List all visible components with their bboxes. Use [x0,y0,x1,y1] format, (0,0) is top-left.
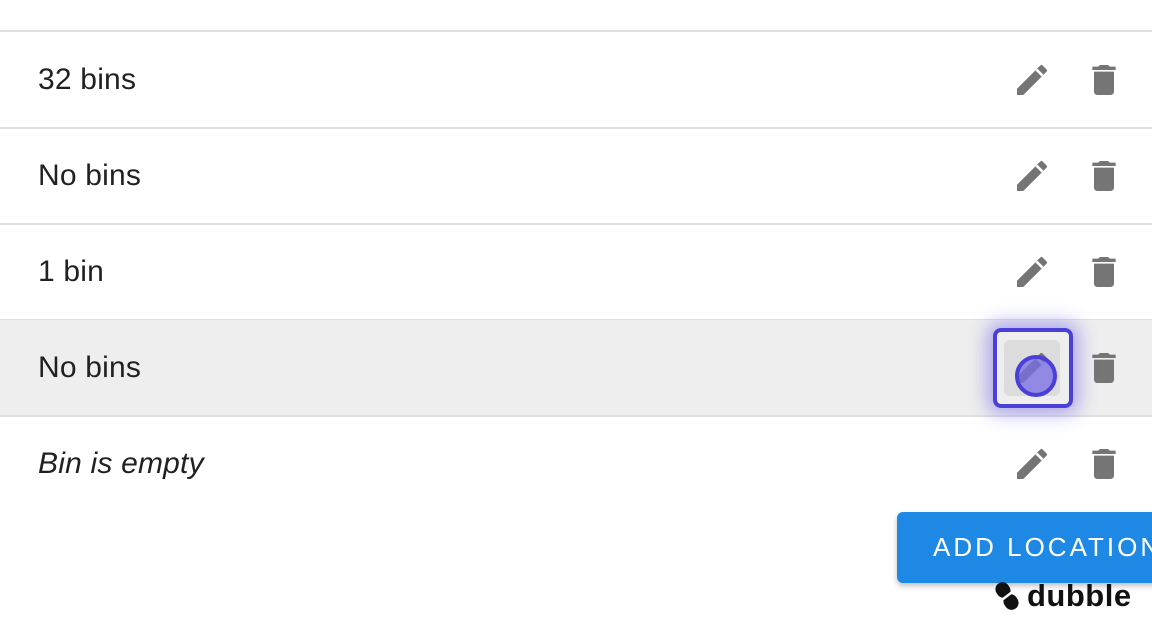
edit-button[interactable] [1004,148,1060,204]
delete-button[interactable] [1076,52,1132,108]
edit-button[interactable] [1004,436,1060,492]
location-label: Bin is empty [38,446,204,480]
trash-icon [1092,352,1116,383]
edit-button[interactable] [1004,244,1060,300]
location-label: 32 bins [38,62,137,96]
edit-button[interactable] [1004,0,1060,11]
location-label: No bins [38,350,142,384]
pencil-icon [1017,64,1048,95]
delete-button[interactable] [1076,0,1132,11]
pencil-icon [1012,0,1052,3]
pencil-icon [1017,256,1048,287]
delete-button[interactable] [1076,340,1132,396]
pencil-icon [1017,352,1048,383]
trash-icon [1084,0,1124,3]
delete-button[interactable] [1076,244,1132,300]
list-item [0,0,1152,32]
edit-button[interactable] [1004,52,1060,108]
pencil-icon [1017,160,1048,191]
dubble-logo-icon [995,582,1019,610]
list-item[interactable]: Bin is empty [0,416,1152,511]
trash-icon [1092,256,1116,287]
list-item[interactable]: No bins [0,128,1152,225]
brand-watermark: dubble [993,576,1132,616]
brand-name: dubble [1027,578,1132,613]
pencil-icon [1017,448,1048,479]
add-location-button[interactable]: ADD LOCATION [897,512,1152,583]
edit-button[interactable] [1004,339,1060,396]
trash-icon [1092,448,1116,479]
list-item[interactable]: 32 bins [0,32,1152,129]
list-item-selected[interactable]: No bins [0,320,1152,417]
list-item[interactable]: 1 bin [0,224,1152,321]
delete-button[interactable] [1076,148,1132,204]
trash-icon [1092,160,1116,191]
delete-button[interactable] [1076,436,1132,492]
location-label: 1 bin [38,254,105,288]
location-label: No bins [38,158,142,192]
trash-icon [1092,64,1116,95]
